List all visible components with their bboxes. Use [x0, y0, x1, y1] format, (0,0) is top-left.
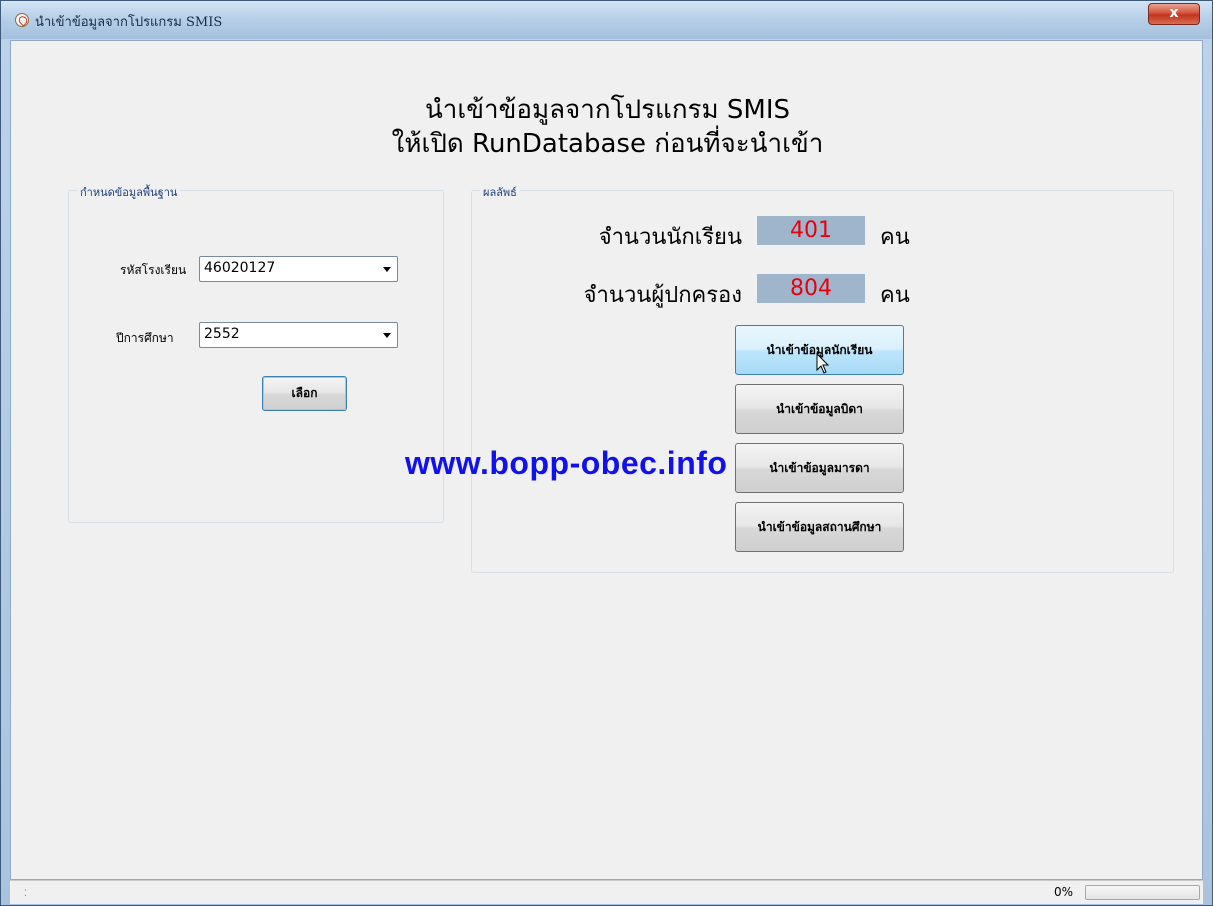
title-bar[interactable]: นำเข้าข้อมูลจากโปรแกรม SMIS x	[1, 1, 1212, 39]
window-title: นำเข้าข้อมูลจากโปรแกรม SMIS	[35, 15, 223, 30]
watermark-text: www.bopp-obec.info	[405, 445, 728, 481]
results-groupbox: ผลลัพธ์ จำนวนนักเรียน 401 คน จำนวนผู้ปกค…	[471, 183, 1174, 573]
chevron-down-icon[interactable]	[383, 267, 391, 272]
resize-grip-icon[interactable]: ⁚	[24, 889, 28, 899]
import-father-button[interactable]: นำเข้าข้อมูลบิดา	[735, 384, 904, 434]
import-mother-button[interactable]: นำเข้าข้อมูลมารดา	[735, 443, 904, 493]
select-button[interactable]: เลือก	[262, 376, 347, 411]
progress-bar	[1085, 885, 1200, 900]
academic-year-value: 2552	[204, 326, 240, 342]
year-label: ปีการศึกษา	[116, 331, 174, 345]
parents-count-value: 804	[757, 274, 865, 303]
students-count-label: จำนวนนักเรียน	[598, 225, 742, 250]
progress-percent: 0%	[1054, 885, 1074, 899]
mouse-cursor-icon	[816, 353, 830, 374]
school-code-label: รหัสโรงเรียน	[120, 263, 187, 277]
settings-groupbox: กำหนดข้อมูลพื้นฐาน รหัสโรงเรียน 46020127…	[68, 183, 444, 523]
students-count-value: 401	[757, 216, 865, 245]
import-school-button[interactable]: นำเข้าข้อมูลสถานศึกษา	[735, 502, 904, 552]
header-subtitle: ให้เปิด RunDatabase ก่อนที่จะนำเข้า	[391, 129, 824, 159]
results-group-title: ผลลัพธ์	[480, 183, 520, 201]
parents-count-label: จำนวนผู้ปกครอง	[583, 283, 742, 308]
main-window: นำเข้าข้อมูลจากโปรแกรม SMIS x นำเข้าข้อม…	[0, 0, 1213, 906]
school-code-select[interactable]: 46020127	[199, 256, 398, 282]
close-button[interactable]: x	[1148, 3, 1200, 25]
students-unit: คน	[880, 225, 910, 250]
academic-year-select[interactable]: 2552	[199, 322, 398, 348]
chevron-down-icon[interactable]	[383, 333, 391, 338]
parents-unit: คน	[880, 283, 910, 308]
app-icon	[15, 13, 29, 27]
school-code-value: 46020127	[204, 260, 276, 276]
settings-group-title: กำหนดข้อมูลพื้นฐาน	[77, 183, 181, 201]
status-bar: ⁚ 0%	[10, 880, 1203, 904]
